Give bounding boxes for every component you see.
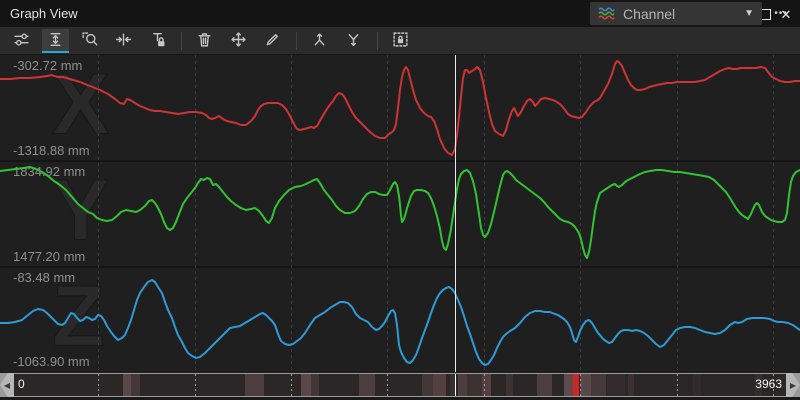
- graph-panel-y[interactable]: Y1834.92 mm 1477.20 mm: [0, 161, 800, 267]
- chevron-down-icon[interactable]: ▼: [744, 8, 754, 19]
- timeline-left-arrow-icon[interactable]: ◀: [0, 373, 14, 397]
- pencil-icon: [264, 31, 281, 48]
- axis-max-label: -83.48 mm: [13, 270, 75, 285]
- toolbar-button-split[interactable]: [340, 29, 367, 53]
- fit-vertical-icon: [47, 31, 64, 48]
- timeline-activity-band: [311, 374, 319, 396]
- timeline-gridline: [484, 374, 485, 396]
- timeline-activity-band: [458, 374, 467, 396]
- timeline-playhead[interactable]: [455, 374, 456, 396]
- move-icon: [230, 31, 247, 48]
- timeline-activity-band: [573, 374, 579, 396]
- watermark-letter: Y: [52, 168, 109, 254]
- timeline-activity-band: [359, 374, 375, 396]
- timeline-activity-band: [564, 374, 573, 396]
- timeline-scrubber[interactable]: ◀ ▶ 0 3963: [0, 373, 800, 397]
- toolbar-separator: [377, 32, 378, 50]
- timeline-activity-band: [591, 374, 606, 396]
- graph-panel-z[interactable]: Z-83.48 mm -1063.90 mm: [0, 267, 800, 372]
- toolbar-separator: [181, 32, 182, 50]
- timeline-gridline: [291, 374, 292, 396]
- graph-view-window: Graph View ✕ Channel ▼ ••• X-302.72 mm-1…: [0, 0, 800, 400]
- trash-icon: [196, 31, 213, 48]
- timeline-activity-band: [537, 374, 552, 396]
- toolbar-button-trash[interactable]: [191, 29, 218, 53]
- timeline-end-frame: 3963: [755, 377, 782, 391]
- channel-waves-icon: [598, 6, 615, 21]
- timeline-activity-band: [433, 374, 446, 396]
- timeline-activity-band: [467, 374, 482, 396]
- toolbar-button-pencil[interactable]: [259, 29, 286, 53]
- filter-sliders-icon: [13, 31, 30, 48]
- timeline-activity-band: [607, 374, 625, 396]
- axis-max-label: -302.72 mm: [13, 58, 82, 73]
- timeline-activity-band: [628, 374, 634, 396]
- toolbar-button-move[interactable]: [225, 29, 252, 53]
- timeline-gridline: [580, 374, 581, 396]
- toolbar-button-zoom-region[interactable]: [76, 29, 103, 53]
- toolbar-button-fit-vertical[interactable]: [42, 29, 69, 53]
- channel-selector-label: Channel: [623, 6, 744, 22]
- timeline-activity-band: [422, 374, 433, 396]
- timeline-activity-band: [123, 374, 131, 396]
- toolbar-button-fit-horizontal[interactable]: [110, 29, 137, 53]
- timeline-right-arrow-icon[interactable]: ▶: [786, 373, 800, 397]
- merge-icon: [311, 31, 328, 48]
- axis-min-label: -1318.88 mm: [13, 143, 90, 158]
- axis-max-label: 1834.92 mm: [13, 164, 85, 179]
- region-lock-icon: [392, 31, 409, 48]
- zoom-region-icon: [81, 31, 98, 48]
- split-icon: [345, 31, 362, 48]
- timeline-gridline: [98, 374, 99, 396]
- axis-min-label: 1477.20 mm: [13, 249, 85, 264]
- timeline-activity-band: [580, 374, 591, 396]
- lock-value-icon: [149, 31, 166, 48]
- panel-divider: [0, 160, 800, 162]
- toolbar-button-region-lock[interactable]: [387, 29, 414, 53]
- watermark-letter: Z: [52, 273, 105, 359]
- fit-horizontal-icon: [115, 31, 132, 48]
- toolbar-separator: [296, 32, 297, 50]
- channel-selector[interactable]: Channel ▼: [590, 2, 762, 25]
- timeline-gridline: [677, 374, 678, 396]
- timeline-activity-band: [506, 374, 513, 396]
- panel-divider: [0, 266, 800, 268]
- toolbar: [0, 27, 800, 55]
- timeline-activity-band: [301, 374, 311, 396]
- toolbar-button-filter-sliders[interactable]: [8, 29, 35, 53]
- timeline-start-frame: 0: [18, 377, 25, 391]
- graph-panel-x[interactable]: X-302.72 mm -1318.88 mm: [0, 55, 800, 161]
- more-options-button[interactable]: •••: [768, 2, 794, 25]
- timeline-activity-band: [245, 374, 264, 396]
- toolbar-button-merge[interactable]: [306, 29, 333, 53]
- timeline-gridline: [387, 374, 388, 396]
- graph-area[interactable]: X-302.72 mm -1318.88 mm Y1834.92 mm 1477.20…: [0, 55, 800, 372]
- watermark-letter: X: [52, 62, 109, 148]
- timeline-activity-band: [131, 374, 140, 396]
- timeline-track[interactable]: [14, 374, 786, 396]
- window-title: Graph View: [10, 6, 78, 21]
- axis-min-label: -1063.90 mm: [13, 354, 90, 369]
- timeline-activity-band: [693, 374, 701, 396]
- timeline-gridline: [195, 374, 196, 396]
- toolbar-button-lock-value[interactable]: [144, 29, 171, 53]
